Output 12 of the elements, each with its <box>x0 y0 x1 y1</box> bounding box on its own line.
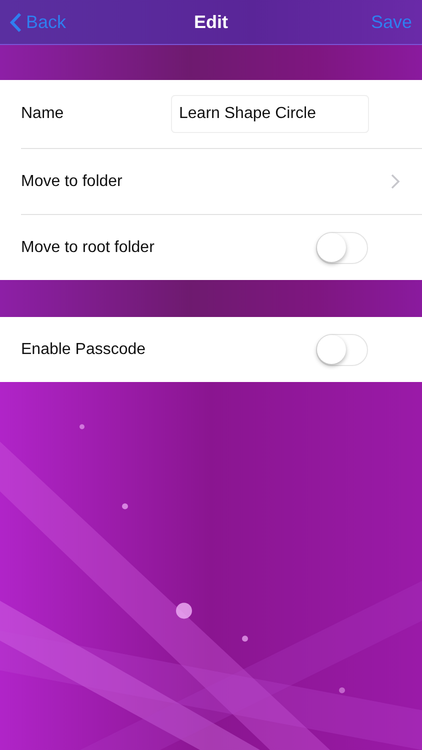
row-label: Move to folder <box>21 172 122 190</box>
row-label: Enable Passcode <box>21 340 146 358</box>
row-label: Name <box>21 105 64 123</box>
screen-title: Edit <box>194 12 228 32</box>
chevron-icon <box>391 174 400 189</box>
back-button[interactable]: Back <box>10 12 66 32</box>
name-field[interactable]: Learn Shape Circle <box>171 95 369 133</box>
toggle-switch[interactable] <box>316 232 368 264</box>
save-button[interactable]: Save <box>370 12 412 32</box>
toggle-switch[interactable] <box>316 334 368 366</box>
row-label: Move to root folder <box>21 238 154 256</box>
back-chevron-icon <box>10 12 22 32</box>
